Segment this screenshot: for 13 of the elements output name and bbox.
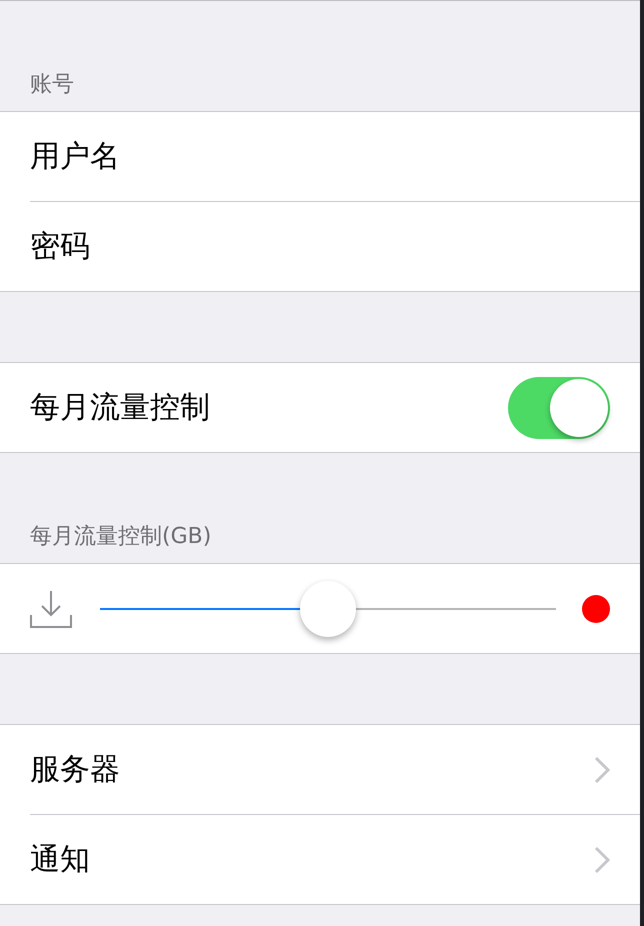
toggle-switch[interactable] [508,376,610,438]
list-item[interactable]: 服务器 [0,725,640,814]
list-item[interactable]: 用户名 [0,112,640,201]
chevron-icon [594,756,610,784]
slider-thumb[interactable] [300,580,356,636]
record-dot [582,594,610,622]
list-item[interactable]: 密码 [30,201,640,291]
list-item[interactable]: 通知 [30,814,640,904]
chevron-icon [594,846,610,874]
row-label: 每月流量控制 [30,389,211,427]
download-icon [30,588,72,628]
section-header: 每月流量控制(GB) [30,523,212,551]
section-header: 账号 [30,71,74,99]
